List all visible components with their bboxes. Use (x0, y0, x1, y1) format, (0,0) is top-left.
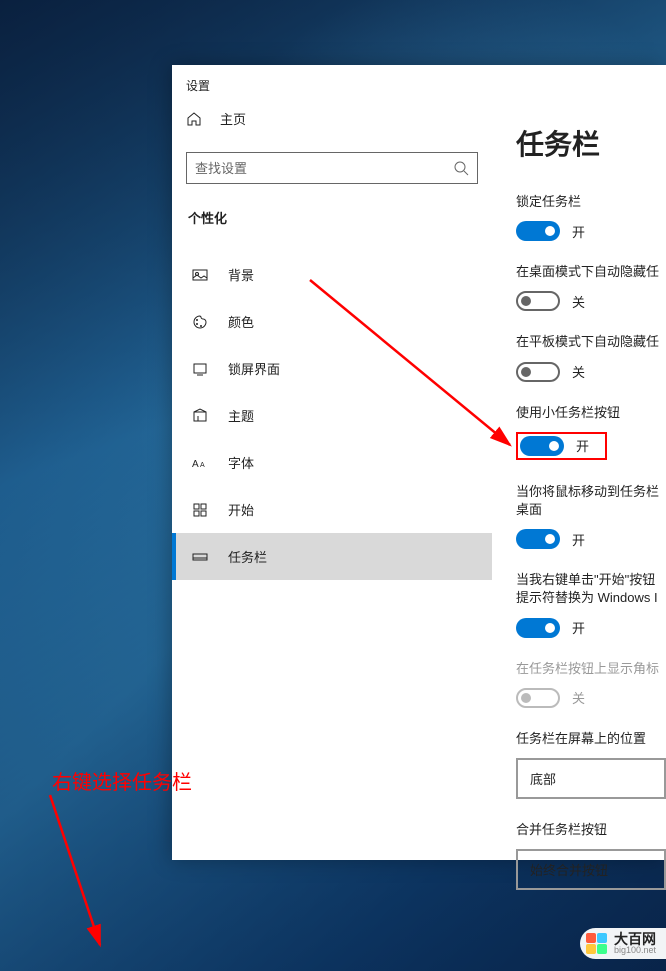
toggle-state-text: 关 (572, 688, 585, 707)
setting-combine: 合并任务栏按钮 始终合并按钮 (516, 821, 666, 890)
setting-lock-taskbar: 锁定任务栏 开 (516, 193, 666, 241)
setting-badges: 在任务栏按钮上显示角标 关 (516, 660, 666, 708)
search-box[interactable] (186, 152, 478, 184)
toggle-lock-taskbar[interactable] (516, 221, 560, 241)
palette-icon (192, 314, 208, 330)
picture-icon (192, 267, 208, 283)
sidebar-item-taskbar[interactable]: 任务栏 (172, 533, 492, 580)
sidebar: 主页 个性化 背景 颜色 锁屏界面 主题 (172, 65, 492, 860)
search-input[interactable] (195, 161, 469, 176)
toggle-state-text: 开 (572, 618, 585, 637)
watermark-sub: big100.net (614, 946, 656, 955)
nav-label: 开始 (228, 500, 254, 519)
svg-text:A: A (200, 462, 205, 469)
start-icon (192, 502, 208, 518)
toggle-state-text: 关 (572, 292, 585, 311)
sidebar-home[interactable]: 主页 (172, 99, 492, 138)
watermark: 大百网 big100.net (580, 928, 666, 959)
dropdown-position[interactable]: 底部 (516, 758, 666, 799)
toggle-powershell[interactable] (516, 618, 560, 638)
lockscreen-icon (192, 361, 208, 377)
sidebar-nav: 背景 颜色 锁屏界面 主题 AA 字体 开始 (172, 251, 492, 580)
nav-label: 锁屏界面 (228, 359, 280, 378)
setting-autohide-tablet: 在平板模式下自动隐藏任 关 (516, 333, 666, 381)
setting-label: 合并任务栏按钮 (516, 821, 666, 839)
sidebar-item-fonts[interactable]: AA 字体 (172, 439, 492, 486)
toggle-state-text: 开 (572, 222, 585, 241)
toggle-badges (516, 688, 560, 708)
dropdown-combine[interactable]: 始终合并按钮 (516, 849, 666, 890)
toggle-small-buttons[interactable] (520, 436, 564, 456)
setting-powershell: 当我右键单击"开始"按钮提示符替换为 Windows I 开 (516, 571, 666, 637)
home-icon (186, 111, 202, 127)
nav-label: 任务栏 (228, 547, 267, 566)
watermark-logo-icon (586, 933, 608, 955)
nav-label: 颜色 (228, 312, 254, 331)
setting-position: 任务栏在屏幕上的位置 底部 (516, 730, 666, 799)
setting-label: 使用小任务栏按钮 (516, 404, 666, 422)
toggle-state-text: 关 (572, 362, 585, 381)
sidebar-item-colors[interactable]: 颜色 (172, 298, 492, 345)
toggle-peek[interactable] (516, 529, 560, 549)
font-icon: AA (192, 455, 208, 471)
setting-peek: 当你将鼠标移动到任务栏桌面 开 (516, 483, 666, 549)
sidebar-home-label: 主页 (220, 109, 246, 128)
annotation-text: 右键选择任务栏 (52, 766, 192, 795)
content-panel: 任务栏 锁定任务栏 开 在桌面模式下自动隐藏任 关 在平板模式下自动隐藏任 关 … (516, 65, 666, 860)
setting-label: 锁定任务栏 (516, 193, 666, 211)
setting-small-buttons: 使用小任务栏按钮 开 (516, 404, 666, 461)
search-icon (453, 160, 469, 181)
toggle-autohide-desktop[interactable] (516, 291, 560, 311)
nav-label: 背景 (228, 265, 254, 284)
toggle-autohide-tablet[interactable] (516, 362, 560, 382)
setting-label: 在任务栏按钮上显示角标 (516, 660, 666, 678)
setting-autohide-desktop: 在桌面模式下自动隐藏任 关 (516, 263, 666, 311)
nav-label: 主题 (228, 406, 254, 425)
setting-label: 在桌面模式下自动隐藏任 (516, 263, 666, 281)
nav-label: 字体 (228, 453, 254, 472)
setting-label: 任务栏在屏幕上的位置 (516, 730, 666, 748)
setting-label: 当我右键单击"开始"按钮提示符替换为 Windows I (516, 571, 666, 607)
toggle-state-text: 开 (576, 436, 589, 455)
setting-label: 在平板模式下自动隐藏任 (516, 333, 666, 351)
highlight-box: 开 (516, 432, 607, 460)
sidebar-section-header: 个性化 (172, 184, 492, 235)
theme-icon (192, 408, 208, 424)
sidebar-item-themes[interactable]: 主题 (172, 392, 492, 439)
setting-label: 当你将鼠标移动到任务栏桌面 (516, 483, 666, 519)
svg-text:A: A (192, 459, 199, 470)
sidebar-item-lockscreen[interactable]: 锁屏界面 (172, 345, 492, 392)
page-title: 任务栏 (516, 123, 666, 163)
sidebar-item-start[interactable]: 开始 (172, 486, 492, 533)
toggle-state-text: 开 (572, 530, 585, 549)
taskbar-icon (192, 549, 208, 565)
watermark-main: 大百网 (614, 932, 656, 946)
settings-window: 设置 主页 个性化 背景 颜色 锁屏界 (172, 65, 666, 860)
sidebar-item-background[interactable]: 背景 (172, 251, 492, 298)
